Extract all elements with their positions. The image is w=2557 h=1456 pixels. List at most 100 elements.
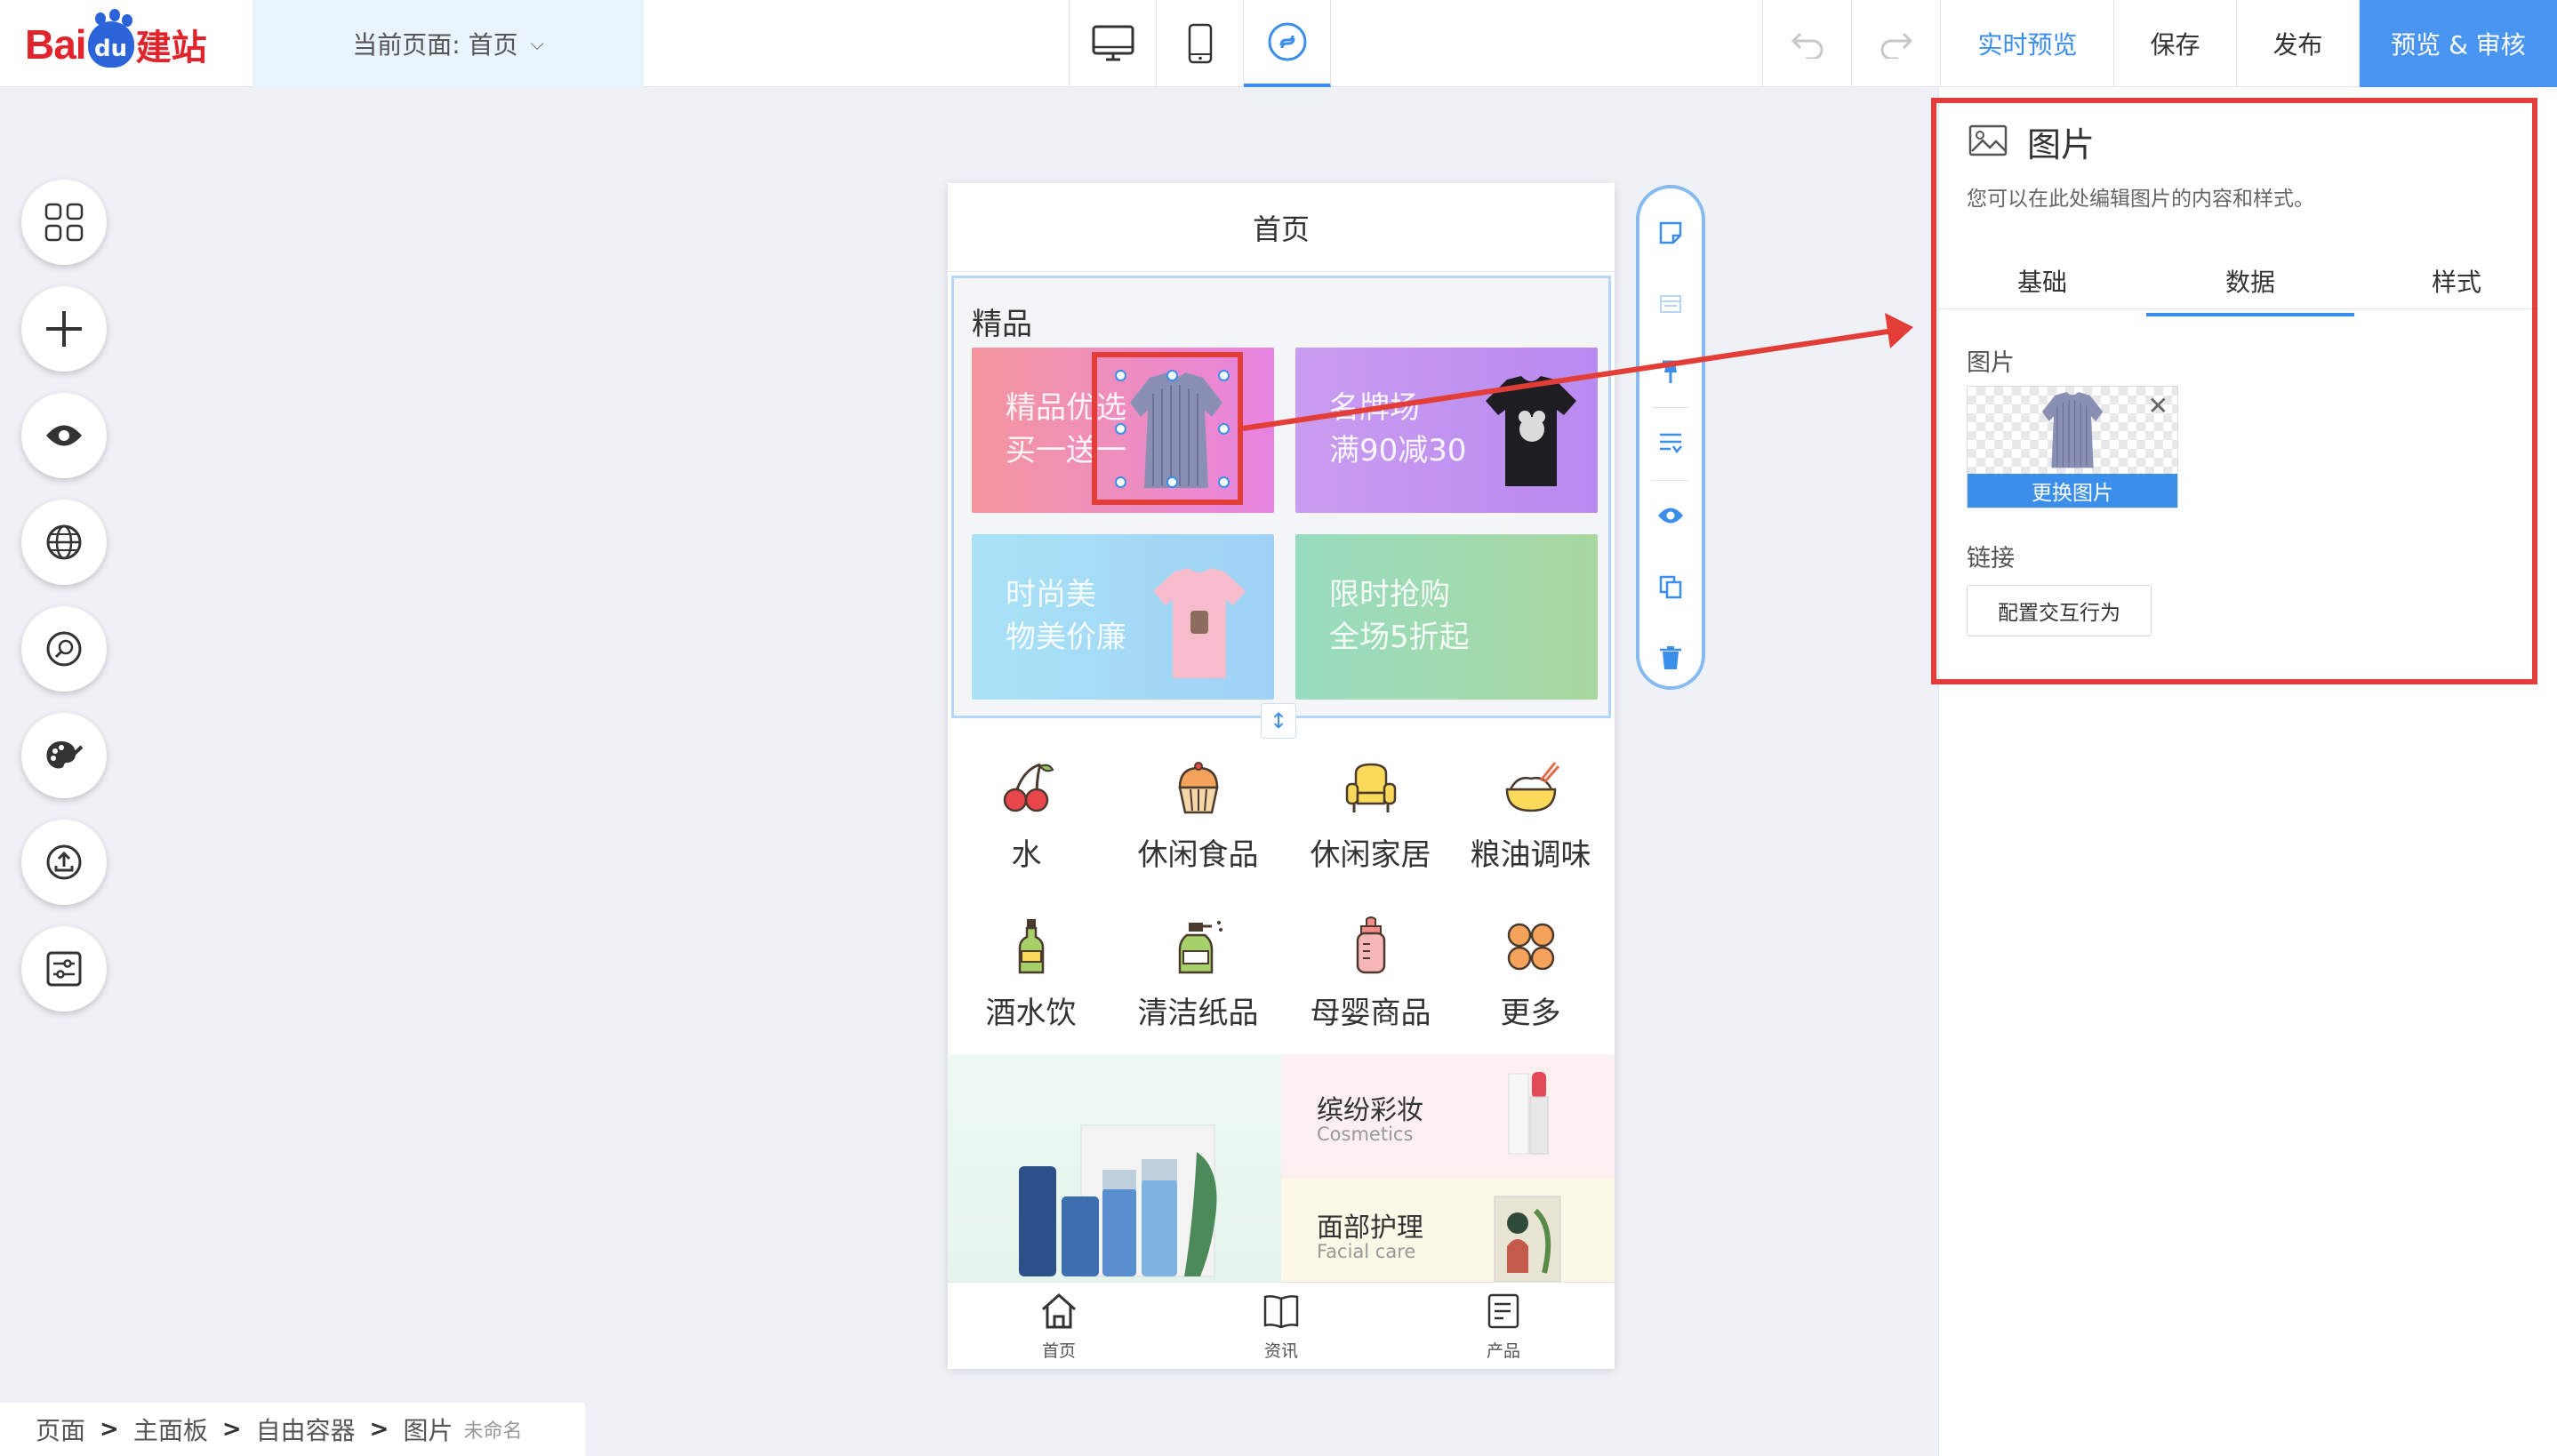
category-item[interactable]: 粮油调味 [1447, 757, 1614, 874]
mobile-view-button[interactable] [1157, 0, 1244, 87]
resize-dot[interactable] [1166, 370, 1178, 381]
live-preview-button[interactable]: 实时预览 [1942, 0, 2114, 87]
category-label: 母婴商品 [1310, 996, 1431, 1031]
resize-dot[interactable] [1218, 423, 1230, 435]
theme-tool-button[interactable] [21, 713, 107, 798]
cupcake-icon [1177, 762, 1219, 814]
chevron-right-icon: > [369, 1416, 389, 1443]
copy-icon [1659, 575, 1682, 599]
chevron-down-icon: ⌵ [530, 33, 544, 54]
pin-button[interactable] [1639, 345, 1702, 398]
bottle-icon [1018, 919, 1044, 974]
element-toolbar [1636, 185, 1705, 690]
breadcrumb-element-name: 未命名 [463, 1420, 523, 1443]
note-button[interactable] [1639, 206, 1702, 260]
undo-icon [1791, 32, 1823, 59]
category-item[interactable]: 更多 [1447, 916, 1614, 1032]
logo-text-bai: Bai [25, 21, 87, 68]
card-subtitle: 满90减30 [1329, 433, 1467, 468]
device-switcher [1069, 0, 1331, 87]
align-button[interactable] [1639, 416, 1702, 469]
pink-tshirt-image [1153, 568, 1246, 678]
promo-card-2[interactable]: 名牌场 满90减30 [1295, 348, 1598, 513]
phone-canvas: 首页 精品 精品优选 买一送一 名牌场 满90减30 时尚美 物美价廉 限时抢购… [948, 183, 1615, 1369]
breadcrumb-item[interactable]: 页面 [36, 1412, 85, 1447]
upload-tool-button[interactable] [21, 820, 107, 905]
skincare-products-image [1019, 1124, 1217, 1277]
resize-dot[interactable] [1166, 476, 1178, 488]
tab-products[interactable]: 产品 [1392, 1283, 1615, 1369]
breadcrumb-item[interactable]: 自由容器 [256, 1412, 356, 1447]
bottom-tab-bar: 首页 资讯 产品 [948, 1282, 1615, 1369]
skincare-banner[interactable] [948, 1054, 1281, 1285]
category-item[interactable]: 休闲食品 [1115, 757, 1281, 874]
save-button[interactable]: 保存 [2114, 0, 2237, 87]
language-tool-button[interactable] [21, 500, 107, 585]
lipstick-image [1508, 1072, 1549, 1155]
history-controls [1762, 0, 1941, 87]
category-item[interactable]: 酒水饮 [948, 916, 1114, 1032]
breadcrumb-item[interactable]: 图片 [403, 1412, 453, 1447]
breadcrumb: 页面 > 主面板 > 自由容器 > 图片 未命名 [0, 1403, 585, 1456]
publish-button[interactable]: 发布 [2237, 0, 2360, 87]
book-icon [1263, 1295, 1299, 1329]
category-item[interactable]: 水 [948, 757, 1110, 874]
category-label: 粮油调味 [1470, 837, 1591, 873]
section-label: 精品 [972, 307, 1032, 342]
search-tool-button[interactable] [21, 606, 107, 692]
visibility-tool-button[interactable] [21, 393, 107, 478]
card-subtitle: 物美价廉 [1006, 620, 1126, 655]
eye-icon [1658, 508, 1683, 524]
upload-icon [46, 844, 82, 880]
tab-news[interactable]: 资讯 [1170, 1283, 1392, 1369]
components-tool-button[interactable] [21, 180, 107, 265]
banner-subtitle: Cosmetics [1317, 1124, 1414, 1145]
promo-card-4[interactable]: 限时抢购 全场5折起 [1295, 534, 1598, 700]
category-label: 休闲食品 [1137, 837, 1259, 873]
tab-home[interactable]: 首页 [948, 1283, 1170, 1369]
resize-dot[interactable] [1218, 370, 1230, 381]
redo-button[interactable] [1852, 0, 1941, 87]
palette-icon [46, 741, 84, 769]
home-icon [1042, 1292, 1076, 1329]
breadcrumb-item[interactable]: 主面板 [133, 1412, 208, 1447]
grid-icon [44, 203, 84, 242]
preview-review-button[interactable]: 预览 & 审核 [2360, 0, 2557, 87]
cosmetics-banner[interactable]: 缤纷彩妆 Cosmetics [1281, 1054, 1615, 1179]
baidu-jianzhan-logo[interactable]: Bai du 建站 [25, 11, 238, 78]
tab-label: 首页 [1041, 1341, 1076, 1361]
page-title: 首页 [948, 183, 1615, 272]
category-item[interactable]: 休闲家居 [1287, 757, 1454, 874]
category-label: 更多 [1500, 996, 1561, 1031]
top-bar: Bai du 建站 当前页面: 首页 ⌵ 实时预览 保存 发布 预览 & 审核 [0, 0, 2557, 87]
document-icon [1487, 1293, 1519, 1329]
desktop-view-button[interactable] [1070, 0, 1157, 87]
resize-dot[interactable] [1115, 370, 1126, 381]
promo-card-3[interactable]: 时尚美 物美价廉 [972, 534, 1274, 700]
layer-button[interactable] [1639, 277, 1702, 331]
category-item[interactable]: 母婴商品 [1287, 916, 1454, 1032]
layers-icon [1660, 295, 1681, 313]
toolbar-divider [1652, 480, 1689, 481]
resize-dot[interactable] [1218, 476, 1230, 488]
current-page-select[interactable]: 当前页面: 首页 ⌵ [252, 0, 644, 87]
category-label: 清洁纸品 [1137, 996, 1259, 1031]
tab-label: 产品 [1486, 1341, 1520, 1361]
mini-program-view-button[interactable] [1244, 0, 1331, 87]
facial-care-banner[interactable]: 面部护理 Facial care [1281, 1179, 1615, 1285]
redo-icon [1880, 32, 1912, 59]
duplicate-button[interactable] [1639, 560, 1702, 613]
facial-mask-image [1494, 1196, 1561, 1283]
undo-button[interactable] [1763, 0, 1852, 87]
delete-button[interactable] [1639, 631, 1702, 684]
resize-dot[interactable] [1115, 423, 1126, 435]
resize-dot[interactable] [1115, 476, 1126, 488]
armchair-icon [1345, 763, 1396, 812]
add-tool-button[interactable] [21, 286, 107, 372]
category-item[interactable]: 清洁纸品 [1115, 916, 1281, 1032]
spray-bottle-icon [1178, 921, 1222, 974]
free-container[interactable]: 精品 精品优选 买一送一 名牌场 满90减30 时尚美 物美价廉 限时抢购 全场… [951, 276, 1611, 718]
toggle-visibility-button[interactable] [1639, 489, 1702, 542]
selected-image-frame[interactable] [1092, 352, 1243, 505]
settings-tool-button[interactable] [21, 926, 107, 1012]
